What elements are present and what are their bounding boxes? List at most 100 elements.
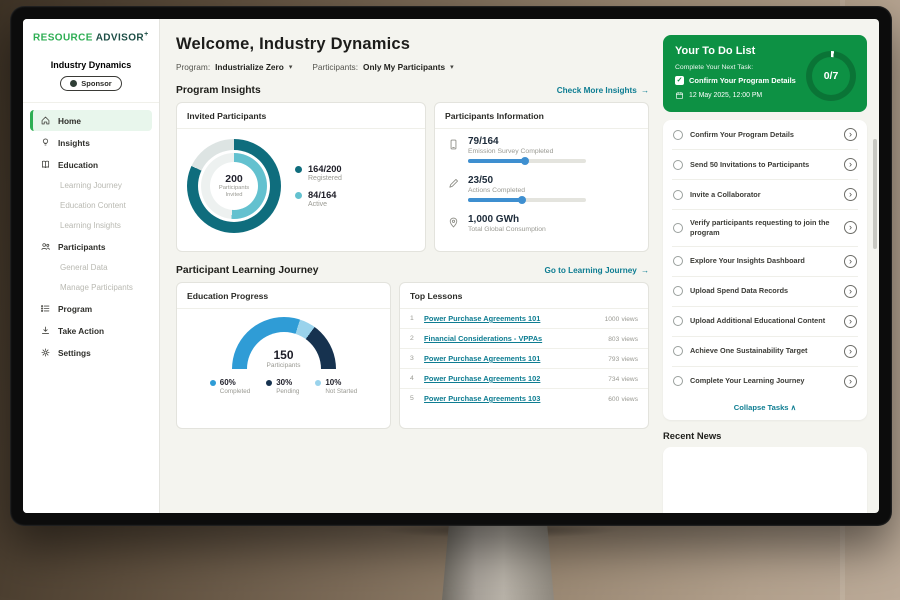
- arrow-right-icon: →: [641, 86, 649, 95]
- app-window: RESOURCE ADVISOR+ Industry Dynamics Spon…: [23, 19, 879, 513]
- lesson-link[interactable]: Financial Considerations - VPPAs: [424, 334, 601, 343]
- sidebar-item-label: Participants: [58, 242, 106, 252]
- stat-emission-survey: 79/164 Emission Survey Completed: [435, 129, 648, 168]
- task-checkbox[interactable]: [673, 223, 683, 233]
- todo-task[interactable]: Complete Your Learning Journey ›: [672, 367, 858, 396]
- book-icon: [40, 159, 51, 170]
- list-icon: [40, 303, 51, 314]
- task-checkbox[interactable]: [673, 346, 683, 356]
- next-task-row[interactable]: ✓ Confirm Your Program Details: [675, 76, 815, 85]
- lesson-row: 2 Financial Considerations - VPPAs 803 v…: [400, 329, 648, 349]
- task-checkbox[interactable]: [673, 376, 683, 386]
- brand-secondary: ADVISOR: [96, 32, 144, 43]
- chevron-up-icon: ∧: [791, 403, 797, 412]
- sponsor-badge[interactable]: Sponsor: [60, 76, 121, 91]
- sidebar-item-learning-journey[interactable]: Learning Journey: [30, 176, 152, 195]
- stat-consumption: 1,000 GWh Total Global Consumption: [435, 207, 648, 238]
- todo-task[interactable]: Confirm Your Program Details ›: [672, 120, 858, 150]
- sidebar-item-education[interactable]: Education: [30, 154, 152, 175]
- todo-task[interactable]: Verify participants requesting to join t…: [672, 210, 858, 247]
- task-checkbox[interactable]: [673, 256, 683, 266]
- pencil-icon: [447, 177, 460, 190]
- sidebar-item-settings[interactable]: Settings: [30, 342, 152, 363]
- todo-task[interactable]: Upload Spend Data Records ›: [672, 277, 858, 307]
- program-select[interactable]: Program: Industrialize Zero ▾: [176, 62, 292, 72]
- go-to-learning-journey-link[interactable]: Go to Learning Journey →: [544, 266, 649, 275]
- todo-task[interactable]: Upload Additional Educational Content ›: [672, 307, 858, 337]
- legend-item: 84/164 Active: [295, 190, 342, 208]
- todo-tasks-card: Confirm Your Program Details › Send 50 I…: [663, 120, 867, 420]
- card-title: Invited Participants: [177, 103, 425, 129]
- legend-dot-active: [295, 192, 302, 199]
- sidebar-item-label: Take Action: [58, 326, 104, 336]
- chevron-right-icon[interactable]: ›: [844, 188, 857, 201]
- scrollbar-thumb[interactable]: [873, 139, 877, 249]
- arrow-right-icon: →: [641, 266, 649, 275]
- collapse-tasks-link[interactable]: Collapse Tasks ∧: [672, 396, 858, 420]
- legend-item: 164/200 Registered: [295, 164, 342, 182]
- chevron-right-icon[interactable]: ›: [844, 315, 857, 328]
- sidebar-item-home[interactable]: Home: [30, 110, 152, 131]
- check-more-insights-link[interactable]: Check More Insights →: [557, 86, 649, 95]
- sidebar-item-take-action[interactable]: Take Action: [30, 320, 152, 341]
- lesson-row: 5 Power Purchase Agreements 103 600 view…: [400, 389, 648, 408]
- brand-plus: +: [144, 31, 149, 38]
- invited-participants-card: Invited Participants 200 Participants In…: [176, 102, 426, 252]
- task-checkbox[interactable]: [673, 316, 683, 326]
- lesson-link[interactable]: Power Purchase Agreements 101: [424, 314, 598, 323]
- lesson-link[interactable]: Power Purchase Agreements 101: [424, 354, 601, 363]
- lesson-link[interactable]: Power Purchase Agreements 103: [424, 394, 601, 403]
- chevron-right-icon[interactable]: ›: [844, 285, 857, 298]
- chevron-right-icon[interactable]: ›: [844, 158, 857, 171]
- sidebar-item-education-content[interactable]: Education Content: [30, 196, 152, 215]
- task-checkbox[interactable]: [673, 130, 683, 140]
- sidebar-item-participants[interactable]: Participants: [30, 236, 152, 257]
- todo-task[interactable]: Invite a Collaborator ›: [672, 180, 858, 210]
- todo-task[interactable]: Send 50 Invitations to Participants ›: [672, 150, 858, 180]
- chevron-right-icon[interactable]: ›: [844, 255, 857, 268]
- sidebar-item-manage-participants[interactable]: Manage Participants: [30, 278, 152, 297]
- chevron-right-icon[interactable]: ›: [844, 345, 857, 358]
- todo-task[interactable]: Explore Your Insights Dashboard ›: [672, 247, 858, 277]
- program-insights-header: Program Insights Check More Insights →: [176, 85, 649, 96]
- org-section: Industry Dynamics Sponsor: [23, 51, 159, 103]
- participants-select[interactable]: Participants: Only My Participants ▾: [312, 62, 453, 72]
- stat-actions-completed: 23/50 Actions Completed: [435, 168, 648, 207]
- chevron-down-icon: ▾: [289, 63, 293, 71]
- recent-news-card: [663, 447, 867, 513]
- filters-row: Program: Industrialize Zero ▾ Participan…: [176, 62, 649, 72]
- lightbulb-icon: [40, 137, 51, 148]
- donut-center-label: Participants Invited: [210, 185, 258, 199]
- task-checkbox[interactable]: [673, 190, 683, 200]
- task-checkbox[interactable]: [673, 286, 683, 296]
- card-title: Top Lessons: [400, 283, 648, 309]
- gauge-legend: 60% Completed 30% Pending 10% Not Starte…: [210, 378, 357, 395]
- sidebar-item-program[interactable]: Program: [30, 298, 152, 319]
- calendar-icon: [675, 91, 684, 100]
- sidebar: RESOURCE ADVISOR+ Industry Dynamics Spon…: [23, 19, 160, 513]
- todo-summary-card: Your To Do List Complete Your Next Task:…: [663, 35, 867, 112]
- sidebar-item-general-data[interactable]: General Data: [30, 258, 152, 277]
- gauge-center: 150 Participants: [267, 348, 301, 369]
- progress-bar-actions: [468, 198, 586, 202]
- sidebar-item-label: Program: [58, 304, 92, 314]
- legend-dot-completed: [210, 380, 216, 386]
- todo-progress-value: 0/7: [812, 57, 850, 95]
- org-name: Industry Dynamics: [29, 60, 153, 70]
- chevron-right-icon[interactable]: ›: [844, 221, 857, 234]
- insights-cards-row: Invited Participants 200 Participants In…: [176, 102, 649, 252]
- sidebar-item-label: Learning Journey: [60, 181, 122, 190]
- legend-dot-pending: [266, 380, 272, 386]
- sidebar-item-learning-insights[interactable]: Learning Insights: [30, 216, 152, 235]
- todo-panel: Your To Do List Complete Your Next Task:…: [657, 19, 879, 513]
- lesson-row: 3 Power Purchase Agreements 101 793 view…: [400, 349, 648, 369]
- chevron-right-icon[interactable]: ›: [844, 375, 857, 388]
- main-content: Welcome, Industry Dynamics Program: Indu…: [160, 19, 657, 513]
- todo-progress-ring: 0/7: [806, 51, 856, 101]
- lesson-link[interactable]: Power Purchase Agreements 102: [424, 374, 601, 383]
- sidebar-item-insights[interactable]: Insights: [30, 132, 152, 153]
- todo-task[interactable]: Achieve One Sustainability Target ›: [672, 337, 858, 367]
- task-checkbox[interactable]: [673, 160, 683, 170]
- chevron-right-icon[interactable]: ›: [844, 128, 857, 141]
- checked-checkbox-icon: ✓: [675, 76, 684, 85]
